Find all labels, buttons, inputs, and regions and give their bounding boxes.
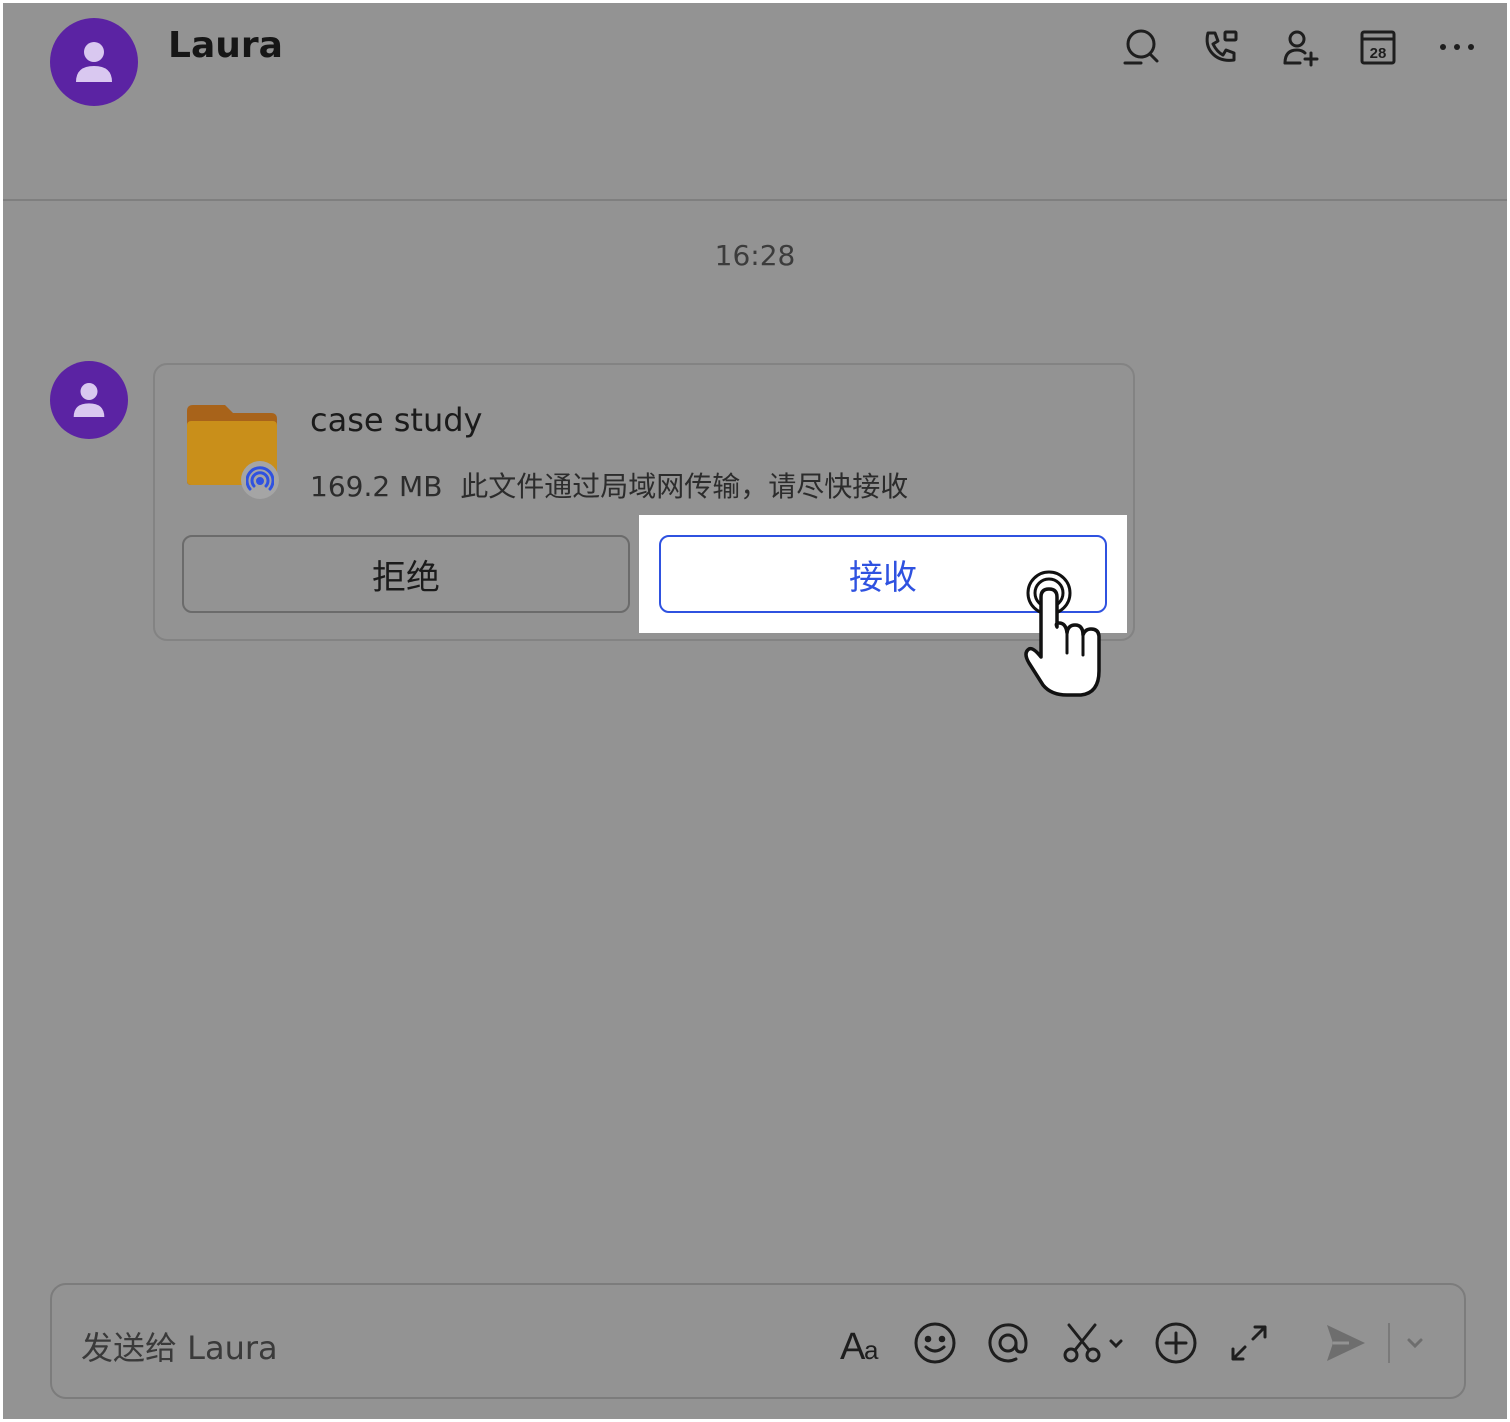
send-options-icon[interactable]: [1397, 1319, 1433, 1367]
sender-avatar[interactable]: [50, 361, 128, 439]
person-icon: [73, 383, 105, 417]
calendar-day: 28: [1370, 45, 1387, 62]
chat-title: Laura: [168, 25, 283, 66]
svg-text:A: A: [840, 1326, 866, 1367]
message-timestamp: 16:28: [714, 239, 796, 272]
pointer-hand-icon: [1015, 567, 1115, 701]
more-icon[interactable]: [1435, 25, 1479, 69]
chat-window: Laura 28 16:28 case study 169.2 MB 此文件通过…: [3, 3, 1507, 1419]
person-icon: [76, 42, 112, 82]
message-input-placeholder[interactable]: 发送给 Laura: [81, 1323, 278, 1369]
emoji-icon[interactable]: [911, 1319, 959, 1367]
header-divider: [3, 199, 1507, 201]
file-transfer-note: 此文件通过局域网传输，请尽快接收: [460, 470, 909, 503]
send-icon[interactable]: [1321, 1319, 1369, 1367]
file-meta: 169.2 MB 此文件通过局域网传输，请尽快接收: [310, 465, 908, 505]
add-icon[interactable]: [1152, 1319, 1200, 1367]
file-size: 169.2 MB: [310, 470, 443, 503]
mention-icon[interactable]: [984, 1319, 1032, 1367]
file-name: case study: [310, 401, 483, 439]
contact-avatar[interactable]: [50, 18, 138, 106]
calendar-icon[interactable]: 28: [1356, 25, 1400, 69]
reject-button[interactable]: 拒绝: [182, 535, 630, 613]
svg-text:a: a: [864, 1335, 879, 1365]
chat-search-icon[interactable]: [1119, 25, 1163, 69]
add-member-icon[interactable]: [1278, 25, 1322, 69]
lan-transfer-icon: [241, 461, 279, 499]
expand-icon[interactable]: [1225, 1319, 1273, 1367]
phone-icon[interactable]: [1198, 25, 1242, 69]
text-format-icon[interactable]: A a: [838, 1319, 886, 1367]
screenshot-icon[interactable]: [1061, 1319, 1125, 1367]
send-divider: [1388, 1323, 1390, 1363]
